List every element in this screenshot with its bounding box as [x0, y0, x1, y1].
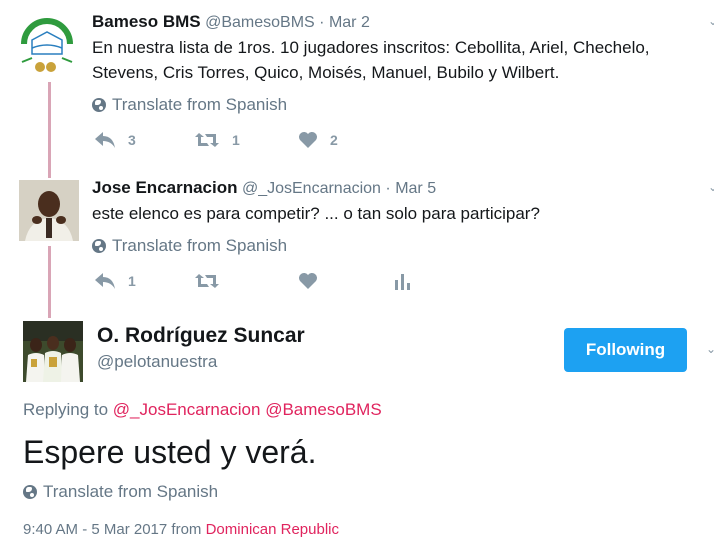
main-timestamp: 9:40 AM - 5 Mar 2017 from Dominican Repu…: [23, 521, 339, 538]
tweet1-sep: ·: [319, 14, 325, 31]
tweet2-text: este elenco es para competir? ... o tan …: [92, 204, 540, 223]
tweet2-translate-label: Translate from Spanish: [112, 236, 288, 255]
caret-down-icon[interactable]: ⌄: [708, 180, 714, 194]
tweet2-header: Jose Encarnacion @_JosEncarnacion · Mar …: [92, 178, 436, 198]
main-location[interactable]: Dominican Republic: [206, 521, 339, 538]
main-translate-label: Translate from Spanish: [43, 482, 219, 501]
like-button[interactable]: [298, 272, 394, 290]
like-button[interactable]: 2: [298, 131, 398, 149]
tweet1-text-line2: Stevens, Cris Torres, Quico, Moisés, Man…: [92, 63, 560, 82]
retweet-button[interactable]: [194, 272, 298, 290]
reply-button[interactable]: 3: [94, 131, 194, 149]
tweet2-actions: 1: [94, 272, 410, 290]
tweet1-translate[interactable]: Translate from Spanish: [92, 95, 287, 115]
retweet-icon: [195, 274, 219, 288]
retweet-button[interactable]: 1: [194, 131, 298, 149]
tweet1-date[interactable]: Mar 2: [329, 14, 370, 31]
thread-line-2: [48, 246, 51, 318]
analytics-button[interactable]: [394, 272, 410, 290]
following-button[interactable]: Following: [564, 328, 687, 372]
tweet1-like-count: 2: [330, 132, 338, 148]
tweet2-sep: ·: [385, 180, 391, 197]
tweet2-translate[interactable]: Translate from Spanish: [92, 236, 287, 256]
globe-icon: [23, 485, 37, 499]
main-translate[interactable]: Translate from Spanish: [23, 482, 218, 502]
caret-down-icon[interactable]: ⌄: [708, 14, 714, 28]
tweet1-text: En nuestra lista de 1ros. 10 jugadores i…: [92, 35, 702, 85]
reply-icon: [95, 273, 115, 289]
main-time[interactable]: 9:40 AM - 5 Mar 2017 from: [23, 521, 201, 538]
like-icon: [299, 132, 317, 148]
tweet1-translate-label: Translate from Spanish: [112, 95, 288, 114]
tweet2-handle[interactable]: @_JosEncarnacion: [242, 180, 381, 197]
replying-to: Replying to @_JosEncarnacion @BamesoBMS: [23, 400, 382, 420]
caret-down-icon[interactable]: ⌄: [706, 342, 714, 356]
globe-icon: [92, 98, 106, 112]
globe-icon: [92, 239, 106, 253]
tweet2-date[interactable]: Mar 5: [395, 180, 436, 197]
tweet1-actions: 3 1 2: [94, 131, 398, 149]
tweet1-header: Bameso BMS @BamesoBMS · Mar 2: [92, 12, 370, 32]
reply-button[interactable]: 1: [94, 272, 194, 290]
tweet2-reply-count: 1: [128, 273, 136, 289]
tweet2-name[interactable]: Jose Encarnacion: [92, 178, 238, 197]
main-name[interactable]: O. Rodríguez Suncar: [97, 324, 305, 348]
reply-icon: [95, 132, 115, 148]
analytics-icon: [395, 274, 410, 290]
jose-avatar[interactable]: [19, 180, 79, 241]
tweet1-name[interactable]: Bameso BMS: [92, 12, 201, 31]
tweet1-handle[interactable]: @BamesoBMS: [205, 14, 315, 31]
tweet1-reply-count: 3: [128, 132, 136, 148]
main-tweet-text: Espere usted y verá.: [23, 434, 317, 470]
tweet1-retweet-count: 1: [232, 132, 240, 148]
reply-mention-jose[interactable]: @_JosEncarnacion: [113, 400, 261, 419]
reply-mention-bameso[interactable]: @BamesoBMS: [265, 400, 381, 419]
main-handle[interactable]: @pelotanuestra: [97, 352, 217, 372]
thread-line-1: [48, 82, 51, 178]
suncar-avatar[interactable]: [23, 321, 83, 382]
retweet-icon: [195, 133, 219, 147]
bameso-avatar[interactable]: [18, 14, 76, 76]
like-icon: [299, 273, 317, 289]
tweet1-text-line1: En nuestra lista de 1ros. 10 jugadores i…: [92, 38, 650, 57]
replying-prefix: Replying to: [23, 400, 109, 419]
